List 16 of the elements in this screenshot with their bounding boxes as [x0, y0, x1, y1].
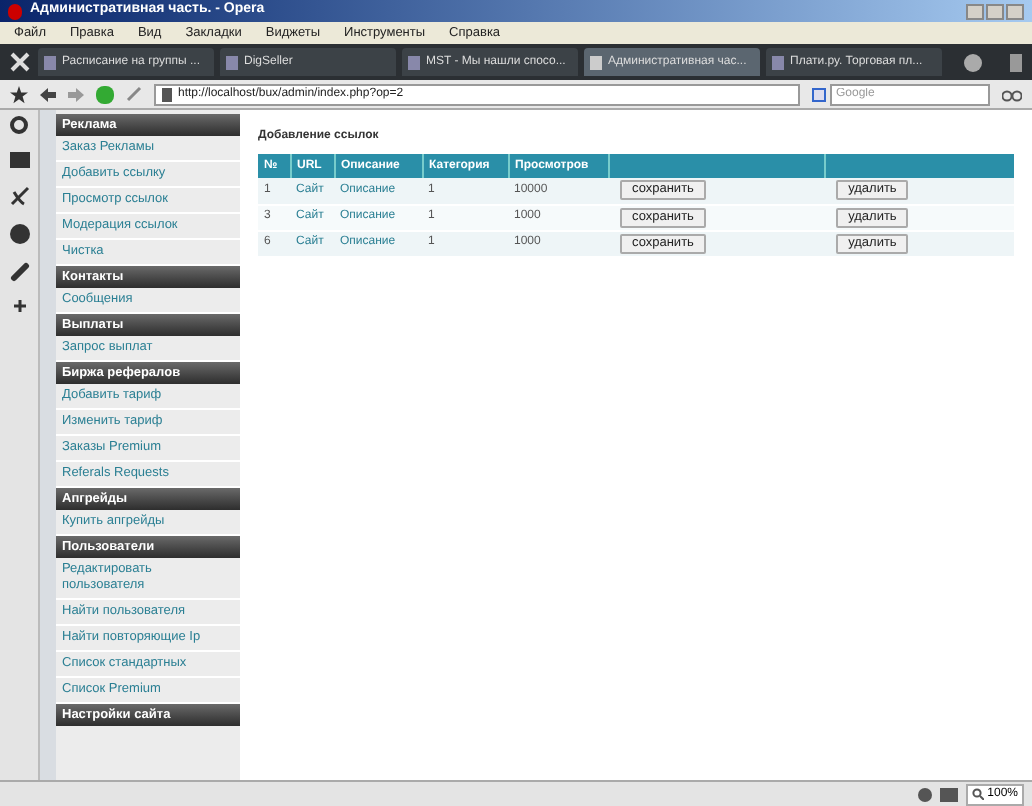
page-icon [590, 55, 602, 69]
clock-icon[interactable] [9, 224, 29, 244]
plus-icon[interactable] [13, 300, 25, 312]
page-icon [162, 87, 172, 101]
app-icon [8, 3, 22, 19]
star-icon[interactable] [10, 85, 28, 103]
page-icon [772, 55, 784, 69]
back-icon[interactable] [40, 87, 56, 101]
page-icon [226, 55, 238, 69]
magnifier-icon [971, 788, 984, 800]
binoculars-icon[interactable] [1002, 86, 1022, 102]
page-icon [408, 55, 420, 69]
search-engine-icon [812, 87, 826, 101]
page-icon [44, 55, 56, 69]
status-icon[interactable] [917, 787, 932, 801]
pen-icon[interactable] [126, 86, 142, 102]
